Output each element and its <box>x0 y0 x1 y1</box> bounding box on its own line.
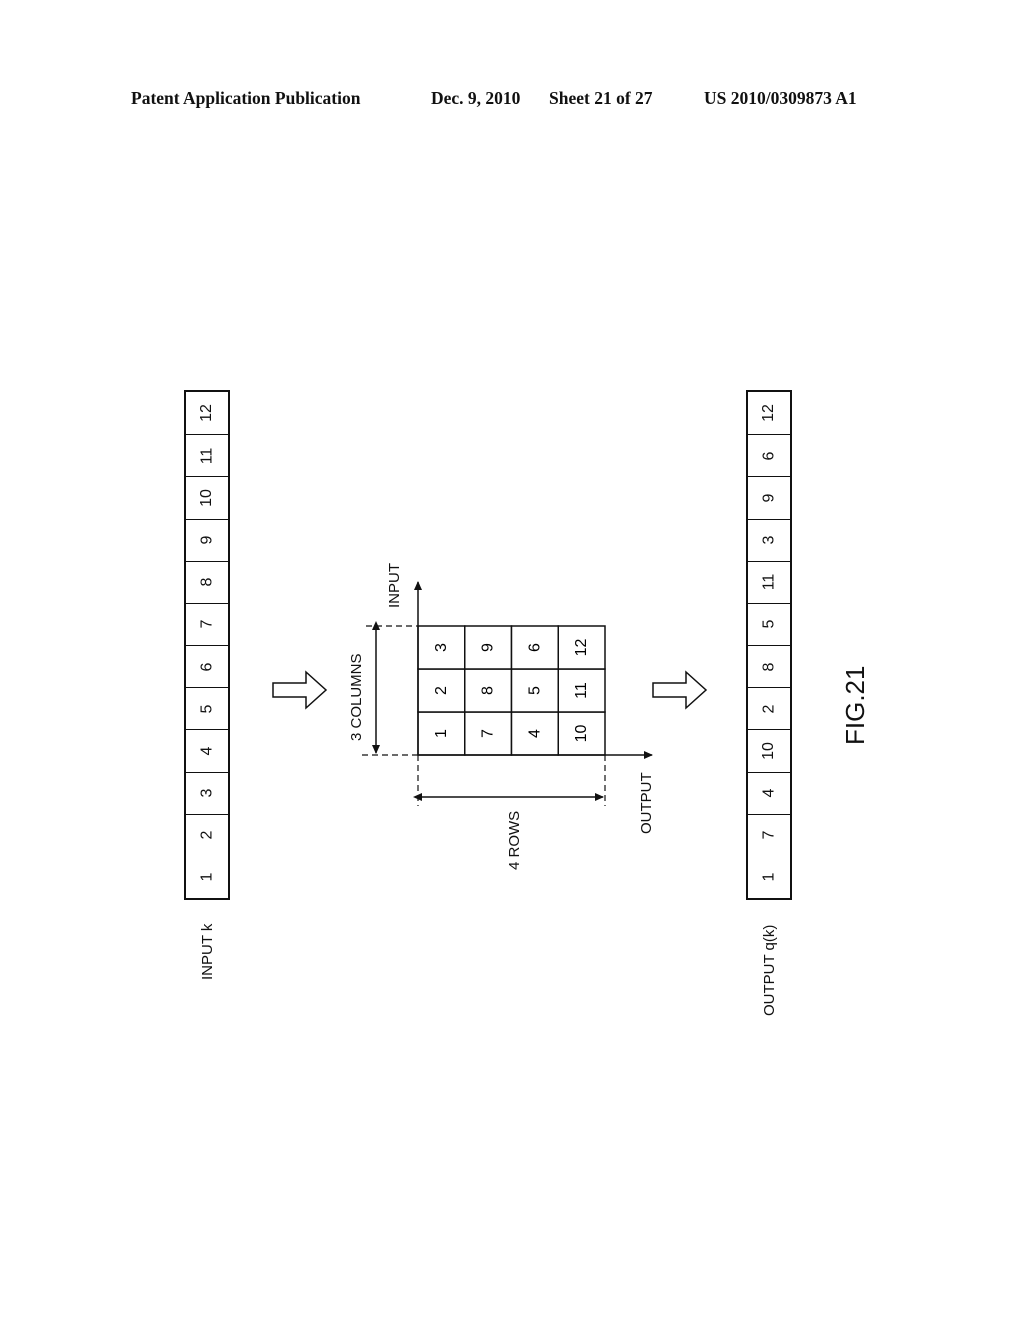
figure-label: FIG.21 <box>840 665 870 745</box>
hollow-right-arrow-icon <box>652 670 708 710</box>
matrix-cell-value: 1 <box>433 729 450 738</box>
matrix-cell-value: 10 <box>573 725 590 743</box>
rows-label: 4 ROWS <box>506 810 523 870</box>
input-axis-label: INPUT <box>386 563 403 608</box>
matrix-cell-value: 12 <box>573 639 590 657</box>
matrix-cell-value: 7 <box>480 729 497 738</box>
matrix-cell-value: 4 <box>526 729 543 738</box>
matrix-cell-value: 3 <box>433 643 450 652</box>
matrix-cell-value: 11 <box>573 682 590 699</box>
matrix-cell-value: 8 <box>480 686 497 695</box>
hollow-right-arrow-icon <box>272 670 328 710</box>
columns-label: 3 COLUMNS <box>348 653 365 741</box>
matrix-cell-value: 6 <box>526 643 543 652</box>
matrix-cell-value: 5 <box>526 686 543 695</box>
matrix-grid: 123789456101112 <box>417 625 606 756</box>
matrix-cell-value: 2 <box>433 686 450 695</box>
output-axis-label: OUTPUT <box>638 772 655 834</box>
interleaver-diagram: 123789456101112 <box>272 581 708 806</box>
matrix-cell-value: 9 <box>480 643 497 652</box>
